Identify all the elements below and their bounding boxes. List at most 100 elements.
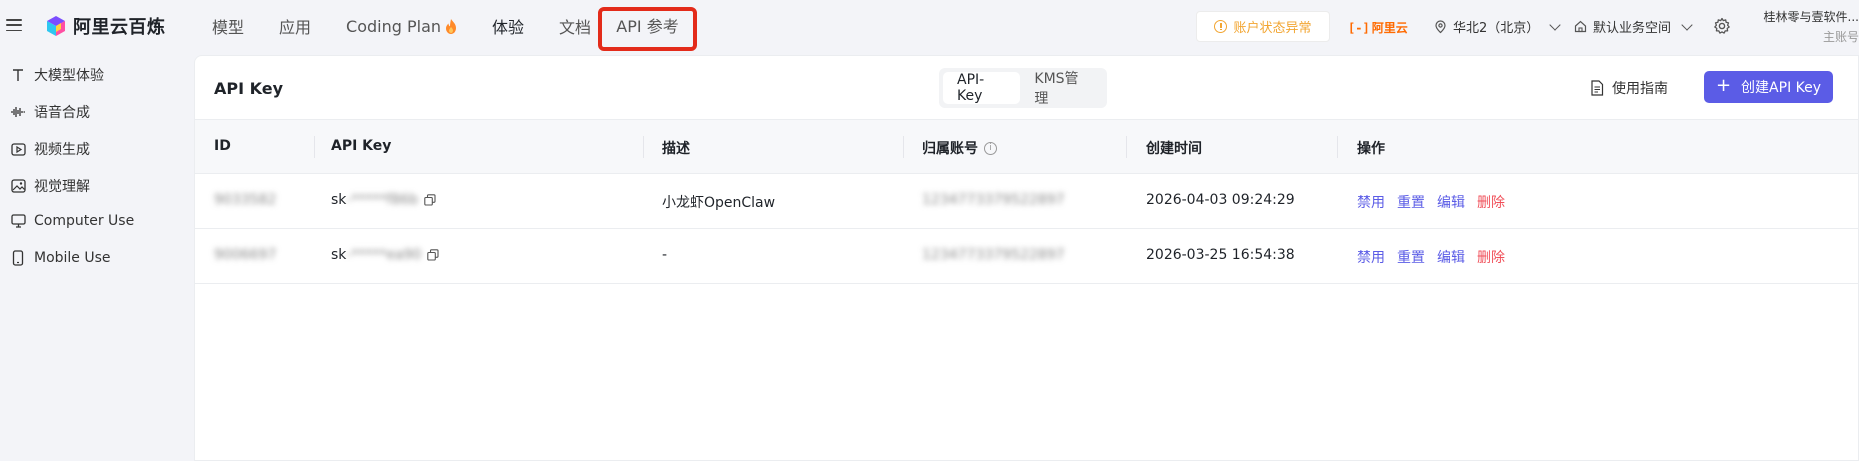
- disable-link[interactable]: 禁用: [1357, 247, 1385, 267]
- table-header: ID API Key 描述 归属账号 i 创建时间 操作: [195, 119, 1858, 174]
- row-owner: 1234773379522897: [922, 247, 1065, 263]
- main-nav: 模型 应用 Coding Plan 体验 文档: [212, 0, 626, 52]
- fire-icon: [446, 18, 457, 34]
- nav-experience[interactable]: 体验: [492, 14, 524, 38]
- header-owner-label: 归属账号: [922, 141, 978, 157]
- api-key-prefix: sk: [331, 192, 347, 208]
- api-reference-highlight: API 参考: [598, 7, 697, 51]
- nav-api-reference[interactable]: API 参考: [616, 13, 678, 37]
- image-icon: [10, 178, 26, 194]
- sidebar-item-mobile-use[interactable]: Mobile Use: [10, 250, 111, 266]
- gear-icon[interactable]: [1713, 17, 1731, 35]
- row-id: 9006697: [214, 247, 277, 263]
- sidebar-item-label: 视频生成: [34, 142, 90, 158]
- account-name: 桂林零与壹软件...: [1763, 10, 1859, 24]
- copy-icon[interactable]: [427, 249, 440, 261]
- api-key-masked: -*****f86b: [346, 192, 419, 208]
- aliyun-logo[interactable]: [-] 阿里云: [1348, 19, 1408, 36]
- account-role: 主账号: [1822, 30, 1859, 44]
- row-created: 2026-03-25 16:54:38: [1146, 247, 1295, 263]
- row-actions: 禁用 重置 编辑 删除: [1357, 192, 1517, 212]
- disable-link[interactable]: 禁用: [1357, 192, 1385, 212]
- nav-docs[interactable]: 文档: [559, 14, 591, 38]
- workspace-selector[interactable]: 默认业务空间: [1574, 17, 1693, 36]
- logo-text: 阿里云百炼: [73, 17, 166, 38]
- nav-apps[interactable]: 应用: [279, 14, 311, 38]
- reset-link[interactable]: 重置: [1397, 247, 1425, 267]
- header-owner: 归属账号 i: [922, 138, 997, 158]
- row-created: 2026-04-03 09:24:29: [1146, 192, 1295, 208]
- home-icon: [1574, 20, 1587, 33]
- row-description: -: [662, 247, 668, 263]
- sidebar-item-label: 语音合成: [34, 105, 90, 121]
- warning-icon: [1214, 20, 1228, 33]
- video-icon: [10, 141, 26, 157]
- account-menu[interactable]: 桂林零与壹软件... 主账号: [1756, 8, 1859, 45]
- region-label: 华北2（北京）: [1453, 21, 1540, 36]
- waveform-icon: [10, 104, 26, 120]
- monitor-icon: [10, 213, 26, 229]
- row-description: 小龙虾OpenClaw: [662, 195, 776, 211]
- chevron-down-icon: [1549, 18, 1561, 31]
- delete-link[interactable]: 删除: [1477, 247, 1505, 267]
- mobile-icon: [10, 250, 26, 266]
- sidebar-item-video-generation[interactable]: 视频生成: [10, 139, 90, 159]
- plus-icon: +: [1715, 75, 1732, 96]
- header-id: ID: [214, 138, 231, 154]
- row-actions: 禁用 重置 编辑 删除: [1357, 247, 1517, 267]
- sidebar-item-speech-synthesis[interactable]: 语音合成: [10, 102, 90, 122]
- row-api-key: sk -*****ea90: [331, 247, 440, 263]
- edit-link[interactable]: 编辑: [1437, 247, 1465, 267]
- region-selector[interactable]: 华北2（北京）: [1434, 17, 1561, 36]
- aliyun-logo-text: 阿里云: [1371, 21, 1408, 35]
- row-owner: 1234773379522897: [922, 192, 1065, 208]
- row-api-key: sk -*****f86b: [331, 192, 436, 208]
- document-icon: [1591, 80, 1604, 96]
- nav-coding-plan[interactable]: Coding Plan: [346, 17, 457, 36]
- usage-guide-label: 使用指南: [1612, 81, 1668, 97]
- tab-kms[interactable]: KMS管理: [1020, 71, 1103, 107]
- copy-icon[interactable]: [424, 194, 436, 206]
- header-api-key: API Key: [331, 138, 392, 154]
- account-status-text: 账户状态异常: [1233, 21, 1312, 36]
- bailian-logo-icon: [47, 16, 65, 36]
- usage-guide-link[interactable]: 使用指南: [1590, 78, 1668, 98]
- header-actions: 操作: [1357, 141, 1385, 157]
- sidebar-item-label: Computer Use: [34, 213, 135, 229]
- location-pin-icon: [1435, 19, 1446, 33]
- create-api-key-button[interactable]: + 创建API Key: [1704, 71, 1833, 103]
- row-id: 9033582: [214, 192, 277, 208]
- sidebar-item-label: Mobile Use: [34, 250, 111, 266]
- page-title: API Key: [214, 79, 284, 98]
- workspace-label: 默认业务空间: [1593, 21, 1672, 36]
- sidebar-item-llm-experience[interactable]: 大模型体验: [10, 65, 104, 85]
- menu-icon[interactable]: [6, 19, 22, 32]
- sidebar: 大模型体验 语音合成 视频生成 视觉理解 Computer Use Mobile…: [0, 52, 193, 461]
- api-key-prefix: sk: [331, 247, 347, 263]
- nav-coding-plan-label: Coding Plan: [346, 16, 442, 36]
- delete-link[interactable]: 删除: [1477, 192, 1505, 212]
- sidebar-item-label: 视觉理解: [34, 179, 90, 195]
- api-key-table: ID API Key 描述 归属账号 i 创建时间 操作 9033582 sk …: [195, 119, 1858, 284]
- text-t-icon: [10, 67, 26, 83]
- chevron-down-icon: [1681, 18, 1693, 31]
- api-key-masked: -*****ea90: [346, 247, 422, 263]
- api-key-tabs: API-Key KMS管理: [939, 68, 1107, 108]
- sidebar-item-visual-understanding[interactable]: 视觉理解: [10, 176, 90, 196]
- create-api-key-label: 创建API Key: [1741, 80, 1822, 96]
- edit-link[interactable]: 编辑: [1437, 192, 1465, 212]
- sidebar-item-computer-use[interactable]: Computer Use: [10, 213, 134, 229]
- table-row: 9006697 sk -*****ea90 - 1234773379522897…: [195, 229, 1858, 284]
- logo[interactable]: 阿里云百炼: [45, 13, 166, 39]
- table-row: 9033582 sk -*****f86b 小龙虾OpenClaw 123477…: [195, 174, 1858, 229]
- account-status-alert[interactable]: 账户状态异常: [1196, 11, 1330, 42]
- header-created: 创建时间: [1146, 141, 1202, 157]
- info-icon[interactable]: i: [984, 141, 997, 155]
- reset-link[interactable]: 重置: [1397, 192, 1425, 212]
- header-description: 描述: [662, 141, 690, 157]
- tab-api-key[interactable]: API-Key: [943, 72, 1021, 104]
- nav-models[interactable]: 模型: [212, 14, 244, 38]
- top-bar: 阿里云百炼 模型 应用 Coding Plan 体验 文档 API 参考 账户状…: [0, 0, 1859, 52]
- api-key-panel: API Key API-Key KMS管理 使用指南 + 创建API Key I…: [194, 55, 1859, 461]
- sidebar-item-label: 大模型体验: [34, 68, 104, 84]
